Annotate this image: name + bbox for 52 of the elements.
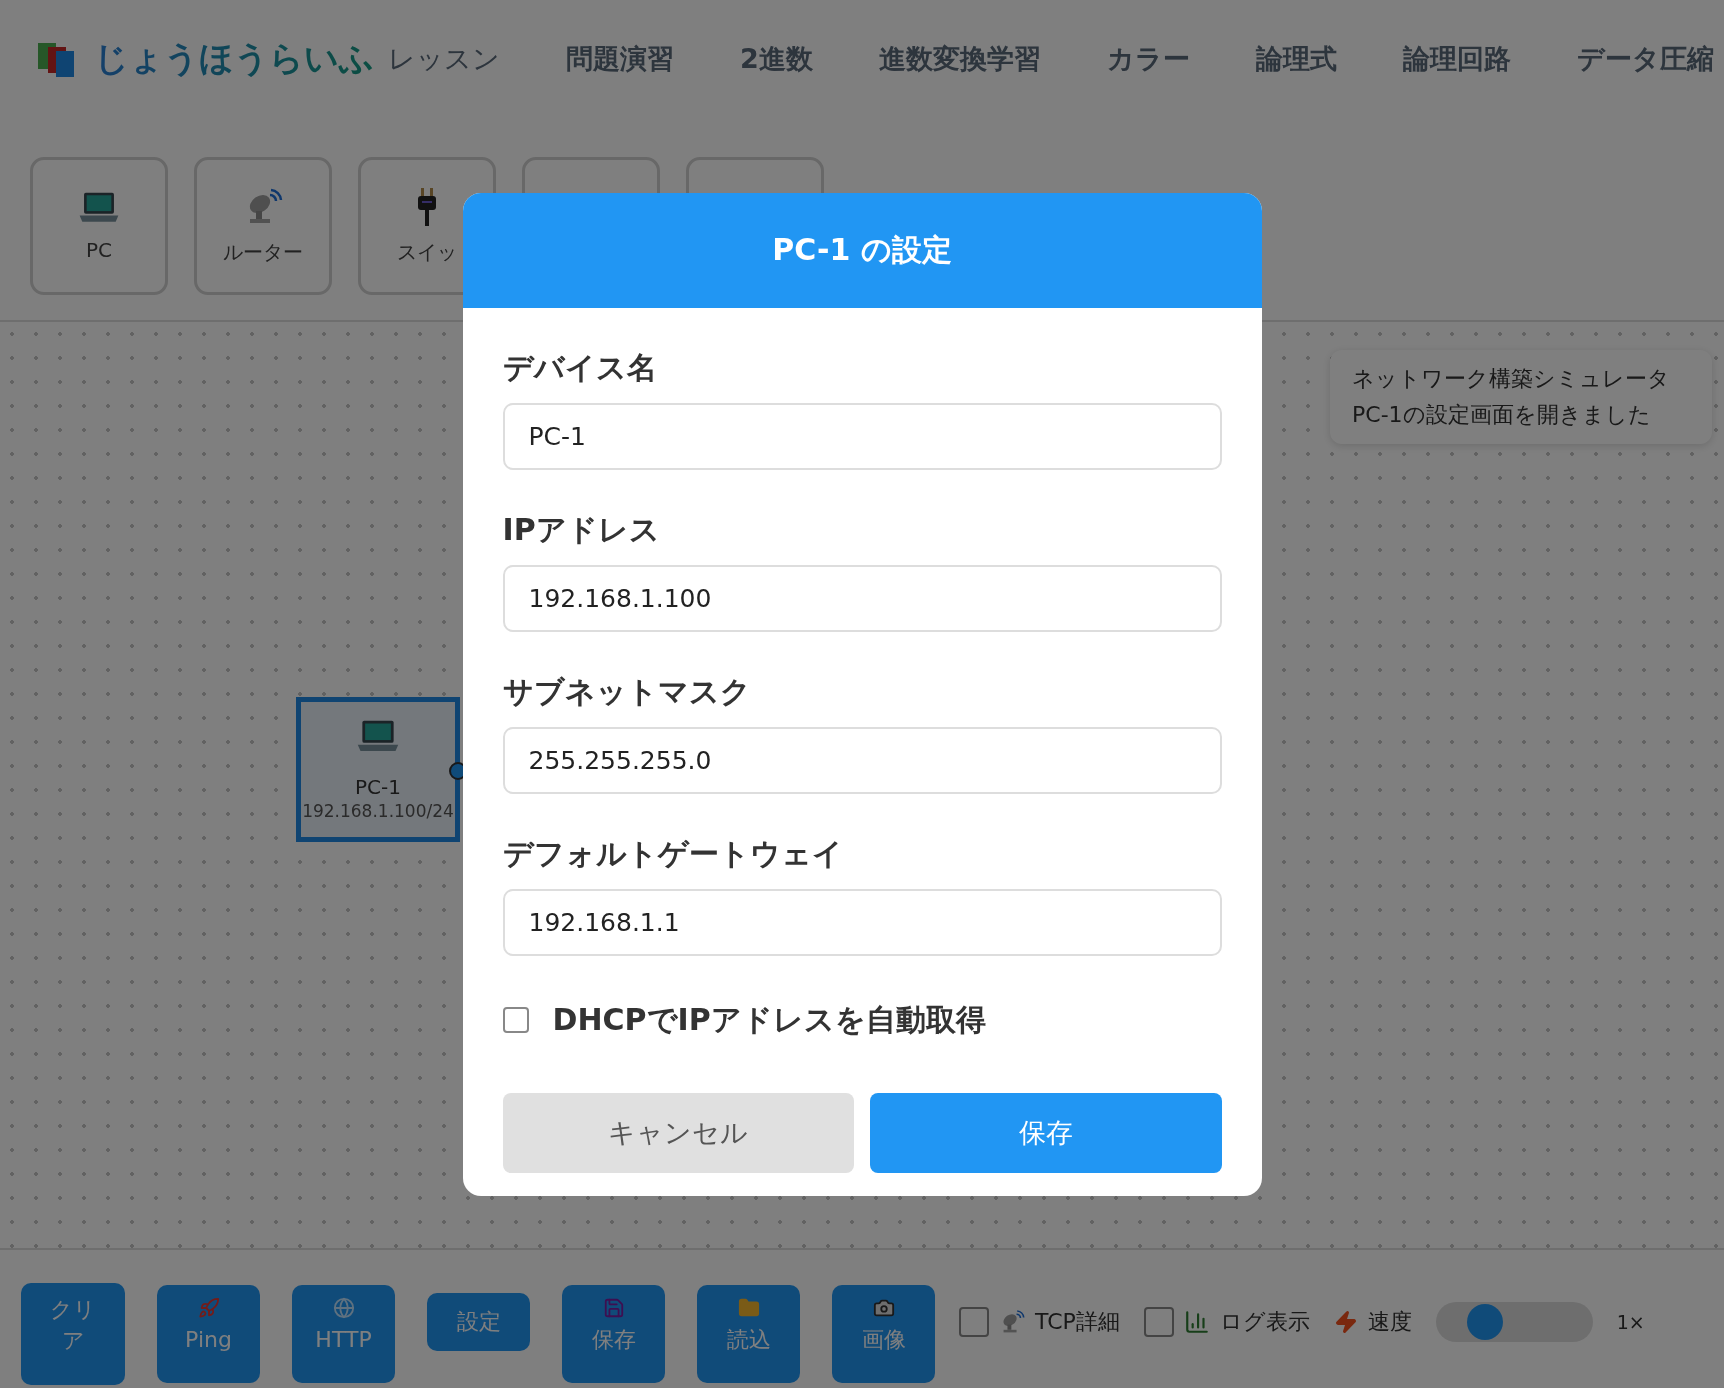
- dialog-title: PC-1 の設定: [772, 230, 952, 269]
- toolbar-button[interactable]: 保存: [562, 1284, 665, 1384]
- speed-slider[interactable]: [1435, 1302, 1593, 1342]
- folder-icon: [737, 1296, 760, 1319]
- speed-label: 速度: [1367, 1308, 1412, 1336]
- checkbox[interactable]: [1143, 1307, 1174, 1337]
- nav-link[interactable]: 論理式: [1255, 41, 1337, 77]
- toolbar-button[interactable]: Ping: [157, 1284, 260, 1384]
- checkbox-label: DHCPでIPアドレスを自動取得: [552, 1000, 986, 1039]
- globe-icon: [332, 1296, 355, 1319]
- save-button[interactable]: 保存: [870, 1092, 1222, 1173]
- nav-link[interactable]: レッスン: [388, 41, 500, 77]
- plug-icon: [415, 186, 439, 227]
- notice-text: ネットワーク構築シミュレータ: [1352, 365, 1671, 393]
- field-label: デフォルトゲートウェイ: [502, 834, 844, 873]
- input-field[interactable]: 255.255.255.0: [502, 726, 1222, 794]
- toggle-label: ログ表示: [1219, 1308, 1310, 1336]
- input-field[interactable]: PC-1: [502, 402, 1222, 470]
- node-address: 192.168.1.100/24: [302, 800, 454, 821]
- toolbar-button[interactable]: クリア: [21, 1283, 125, 1385]
- input-field[interactable]: 192.168.1.100: [502, 564, 1222, 632]
- notice-text: PC-1の設定画面を開きました: [1352, 401, 1652, 429]
- toggle-label: TCP詳細: [1035, 1308, 1120, 1336]
- toolbar-button[interactable]: 設定: [427, 1292, 530, 1352]
- rocket-icon: [197, 1296, 220, 1319]
- device-label: PC: [86, 237, 112, 262]
- nav-link[interactable]: データ圧縮: [1576, 41, 1714, 77]
- device-label: スイッ: [397, 238, 457, 266]
- device-node[interactable]: PC-1 192.168.1.100/24: [296, 697, 460, 842]
- device-card[interactable]: ルーター: [194, 157, 332, 295]
- toolbar-button[interactable]: 画像: [832, 1284, 935, 1384]
- nav-link[interactable]: 論理回路: [1402, 41, 1511, 77]
- field-label: IPアドレス: [502, 510, 661, 549]
- nav-link[interactable]: 2進数: [740, 41, 813, 77]
- checkbox[interactable]: [959, 1307, 989, 1337]
- input-field[interactable]: 192.168.1.1: [502, 888, 1222, 956]
- cancel-button[interactable]: キャンセル: [502, 1092, 854, 1173]
- field-label: サブネットマスク: [502, 672, 752, 711]
- toolbar-button[interactable]: 読込: [697, 1284, 800, 1384]
- lightning-icon: [1333, 1310, 1358, 1334]
- node-name: PC-1: [355, 774, 401, 799]
- speed-reading: 1×: [1616, 1311, 1645, 1333]
- nav-link[interactable]: カラー: [1106, 41, 1190, 77]
- checkbox[interactable]: [502, 1007, 529, 1033]
- bar-chart-icon: [1183, 1309, 1210, 1335]
- field-label: デバイス名: [502, 348, 658, 387]
- slider-thumb[interactable]: [1467, 1304, 1504, 1340]
- toolbar-button[interactable]: HTTP: [292, 1284, 395, 1384]
- nav-link[interactable]: 問題演習: [566, 41, 674, 77]
- device-card[interactable]: PC: [30, 157, 168, 295]
- device-label: ルーター: [223, 238, 303, 266]
- nav-link[interactable]: 進数変換学習: [878, 41, 1041, 77]
